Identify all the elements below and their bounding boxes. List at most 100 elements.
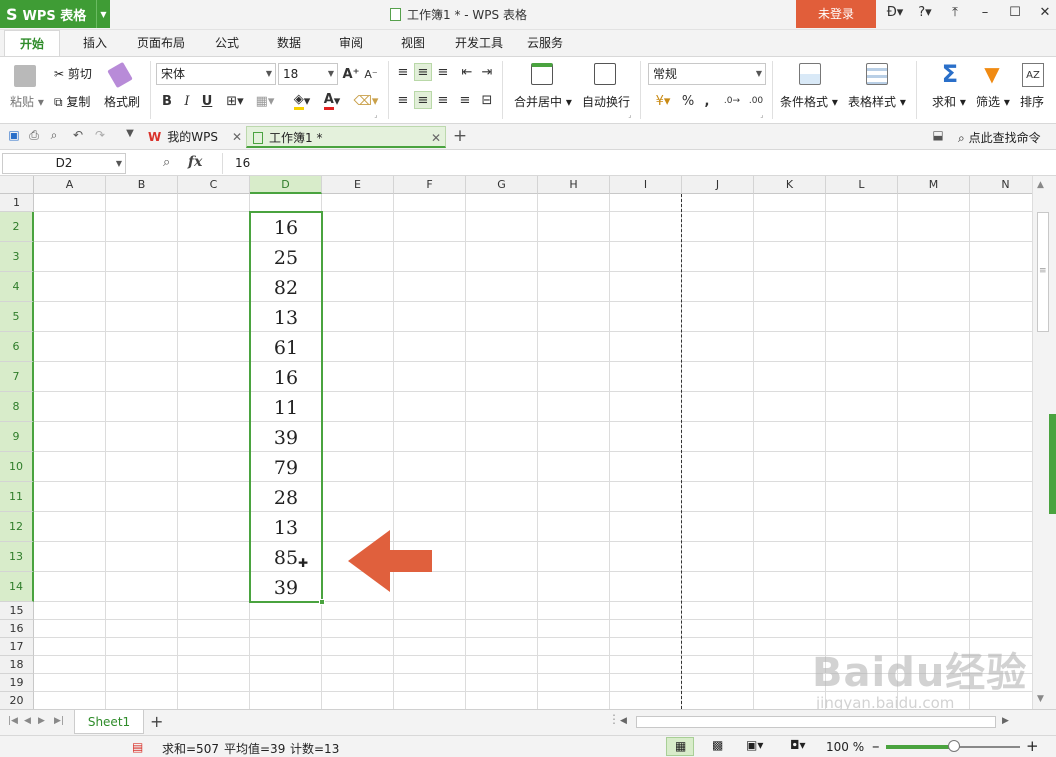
cell-d10[interactable]: 79 xyxy=(250,452,322,482)
column-header-f[interactable]: F xyxy=(394,176,466,194)
close-tab-icon[interactable]: ✕ xyxy=(431,127,441,149)
new-tab-icon[interactable]: + xyxy=(452,126,468,146)
help-icon[interactable]: ?▾ xyxy=(910,5,940,20)
row-header-19[interactable]: 19 xyxy=(0,674,34,692)
tab-view[interactable]: 视图 xyxy=(386,30,440,56)
thousands-icon[interactable]: , xyxy=(700,91,714,111)
clear-format-icon[interactable]: ⌫▾ xyxy=(352,91,380,111)
column-header-b[interactable]: B xyxy=(106,176,178,194)
align-left-icon[interactable]: ≡ xyxy=(394,91,412,109)
row-header-2[interactable]: 2 xyxy=(0,212,34,242)
customize-toolbar-icon[interactable]: ▼ xyxy=(122,128,138,144)
page-break-view-button[interactable]: ▩ xyxy=(704,737,732,756)
filter-button[interactable]: 筛选 ▾ xyxy=(976,93,1010,110)
tab-cloud[interactable]: 云服务 xyxy=(518,30,572,56)
copy-button[interactable]: ⧉ 复制 xyxy=(54,93,90,110)
font-color-icon[interactable]: A ▾ xyxy=(318,91,346,111)
filter-icon[interactable]: ▼ xyxy=(981,61,1003,87)
sort-icon[interactable]: AZ xyxy=(1022,63,1044,87)
scroll-right-icon[interactable]: ▶ xyxy=(1002,716,1009,726)
tab-my-wps[interactable]: W 我的WPS ✕ xyxy=(142,126,246,148)
cell-d13[interactable]: 85 xyxy=(250,542,322,572)
fill-pattern-icon[interactable]: ▦▾ xyxy=(252,91,278,111)
login-button[interactable]: 未登录 xyxy=(796,0,876,28)
horizontal-scrollbar[interactable]: ⋮ ◀ ▶ xyxy=(608,712,1012,729)
insert-function-icon[interactable]: fx xyxy=(188,154,202,170)
cell-d6[interactable]: 61 xyxy=(250,332,322,362)
column-header-m[interactable]: M xyxy=(898,176,970,194)
row-header-13[interactable]: 13 xyxy=(0,542,34,572)
tab-review[interactable]: 审阅 xyxy=(324,30,378,56)
merge-center-button[interactable]: 合并居中 ▾ xyxy=(514,93,572,110)
page-layout-view-button[interactable]: ▣▾ xyxy=(742,737,770,756)
underline-icon[interactable]: U xyxy=(198,91,216,111)
zoom-out-icon[interactable]: – xyxy=(872,737,880,755)
align-right-icon[interactable]: ≡ xyxy=(434,91,452,109)
print-preview-icon[interactable]: ⌕ xyxy=(46,128,62,144)
zoom-slider-knob[interactable] xyxy=(948,740,960,752)
cell-d4[interactable]: 82 xyxy=(250,272,322,302)
alignment-settings-icon[interactable]: ⌟ xyxy=(626,111,634,119)
format-painter-icon[interactable] xyxy=(107,61,133,89)
cell-d5[interactable]: 13 xyxy=(250,302,322,332)
restore-ribbon-icon[interactable]: ⤒ xyxy=(940,5,970,20)
skin-icon[interactable]: Ð▾ xyxy=(880,5,910,20)
conditional-format-icon[interactable] xyxy=(799,63,821,85)
column-header-h[interactable]: H xyxy=(538,176,610,194)
tab-insert[interactable]: 插入 xyxy=(68,30,122,56)
column-header-k[interactable]: K xyxy=(754,176,826,194)
wrap-text-icon[interactable] xyxy=(594,63,616,85)
zoom-in-icon[interactable]: + xyxy=(1026,737,1039,755)
split-handle-icon[interactable]: ⋮ xyxy=(608,712,620,726)
side-panel-toggle[interactable] xyxy=(1049,414,1056,514)
row-header-12[interactable]: 12 xyxy=(0,512,34,542)
column-header-c[interactable]: C xyxy=(178,176,250,194)
sum-icon[interactable]: Σ xyxy=(938,60,962,88)
row-header-3[interactable]: 3 xyxy=(0,242,34,272)
column-header-n[interactable]: N xyxy=(970,176,1032,194)
last-sheet-icon[interactable]: ▶| xyxy=(54,716,64,726)
macro-icon[interactable]: ▤ xyxy=(132,740,143,754)
conditional-format-button[interactable]: 条件格式 ▾ xyxy=(780,93,838,110)
increase-font-icon[interactable]: A⁺ xyxy=(342,63,360,85)
row-header-15[interactable]: 15 xyxy=(0,602,34,620)
number-settings-icon[interactable]: ⌟ xyxy=(758,111,766,119)
row-header-20[interactable]: 20 xyxy=(0,692,34,709)
select-all-corner[interactable] xyxy=(0,176,34,194)
row-header-9[interactable]: 9 xyxy=(0,422,34,452)
row-header-11[interactable]: 11 xyxy=(0,482,34,512)
tab-data[interactable]: 数据 xyxy=(262,30,316,56)
row-header-5[interactable]: 5 xyxy=(0,302,34,332)
scroll-down-icon[interactable]: ▼ xyxy=(1037,694,1044,704)
cell-d2[interactable]: 16 xyxy=(250,212,322,242)
column-header-i[interactable]: I xyxy=(610,176,682,194)
spreadsheet-grid[interactable]: A B C D E F G H I J K L M N 1 2 3 4 5 6 7 8 9 10 11 12 13 14 15 16 17 1… xyxy=(0,176,1032,709)
undo-icon[interactable]: ↶ xyxy=(70,128,86,144)
first-sheet-icon[interactable]: |◀ xyxy=(8,716,18,726)
name-box[interactable]: D2 ▼ xyxy=(2,153,126,174)
tab-page-layout[interactable]: 页面布局 xyxy=(128,30,194,56)
table-style-icon[interactable] xyxy=(866,63,888,85)
increase-decimal-icon[interactable]: .0→ xyxy=(722,91,742,111)
scroll-up-icon[interactable]: ▲ xyxy=(1037,180,1044,190)
row-header-14[interactable]: 14 xyxy=(0,572,34,602)
row-header-10[interactable]: 10 xyxy=(0,452,34,482)
minimize-icon[interactable]: – xyxy=(970,5,1000,20)
zoom-formula-icon[interactable]: ⌕ xyxy=(163,155,170,170)
column-header-j[interactable]: J xyxy=(682,176,754,194)
align-middle-icon[interactable]: ≡ xyxy=(414,63,432,81)
collapse-ribbon-icon[interactable]: ⬓ xyxy=(930,128,946,144)
chevron-down-icon[interactable]: ▼ xyxy=(96,0,110,28)
column-header-g[interactable]: G xyxy=(466,176,538,194)
align-top-icon[interactable]: ≡ xyxy=(394,63,412,81)
row-header-1[interactable]: 1 xyxy=(0,194,34,212)
row-header-17[interactable]: 17 xyxy=(0,638,34,656)
tab-workbook1[interactable]: 工作簿1 * ✕ xyxy=(246,126,446,148)
table-style-button[interactable]: 表格样式 ▾ xyxy=(848,93,906,110)
app-menu-button[interactable]: S WPS 表格 ▼ xyxy=(0,0,110,28)
italic-icon[interactable]: I xyxy=(178,91,196,111)
add-sheet-icon[interactable]: + xyxy=(150,712,163,731)
prev-sheet-icon[interactable]: ◀ xyxy=(24,716,31,726)
close-tab-icon[interactable]: ✕ xyxy=(232,126,242,148)
next-sheet-icon[interactable]: ▶ xyxy=(38,716,45,726)
